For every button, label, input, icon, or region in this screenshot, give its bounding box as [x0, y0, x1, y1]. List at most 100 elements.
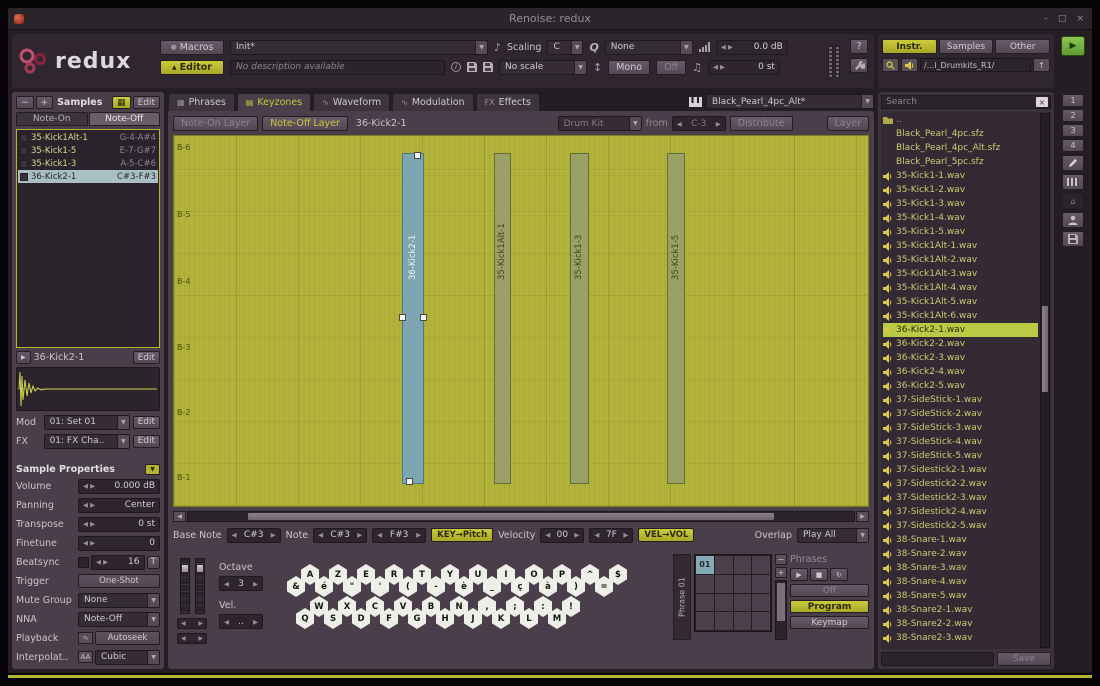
- resize-handle-right[interactable]: [420, 314, 427, 321]
- info-icon[interactable]: i: [451, 62, 461, 72]
- file-list-item[interactable]: 35-Kick1Alt-6.wav: [883, 309, 1038, 323]
- scroll-left-button[interactable]: ◀: [173, 511, 186, 522]
- velocity-from-spinner[interactable]: 00: [540, 528, 584, 543]
- resize-handle-top[interactable]: [414, 152, 421, 159]
- instrument-dropdown[interactable]: Black_Pearl_4pc_Alt*: [706, 94, 874, 109]
- sample-list-item[interactable]: 35-Kick1-3 A-5-C#6: [18, 157, 158, 170]
- phrase-stop-button[interactable]: ■: [810, 568, 828, 581]
- file-list-item[interactable]: 38-Snare2-3.wav: [883, 631, 1038, 645]
- file-list-item[interactable]: 36-Kick2-1.wav: [883, 323, 1038, 337]
- remove-sample-button[interactable]: −: [16, 96, 34, 109]
- phrase-slot[interactable]: [734, 575, 752, 593]
- beatsync-lines-spinner[interactable]: 16: [91, 555, 145, 570]
- transpose-spinner[interactable]: 0 st: [708, 60, 780, 75]
- view-preset-button[interactable]: 1: [1062, 94, 1084, 107]
- waveform-preview[interactable]: [16, 367, 160, 411]
- phrase-slot[interactable]: [715, 556, 733, 574]
- file-list-item[interactable]: 37-Sidestick2-3.wav: [883, 491, 1038, 505]
- file-list-item[interactable]: 37-SideStick-5.wav: [883, 449, 1038, 463]
- base-note-spinner[interactable]: C#3: [227, 528, 281, 543]
- tab-note-off[interactable]: Note-Off: [89, 112, 161, 126]
- mono-off-button[interactable]: Off: [656, 60, 686, 75]
- waveform-edit-button[interactable]: Edit: [133, 351, 160, 364]
- preset-dropdown[interactable]: Init*: [230, 40, 488, 55]
- trigger-mode-button[interactable]: One-Shot: [78, 574, 160, 588]
- file-list-item[interactable]: 35-Kick1Alt-4.wav: [883, 281, 1038, 295]
- sample-edit-button[interactable]: Edit: [133, 96, 160, 109]
- file-list-item[interactable]: 36-Kick2-4.wav: [883, 365, 1038, 379]
- phrase-scroll-handle[interactable]: [777, 583, 785, 621]
- keyzone-strip[interactable]: 35-Kick1-3: [570, 153, 589, 484]
- mono-button[interactable]: Mono: [608, 60, 650, 75]
- section-tab[interactable]: ∿ Modulation: [392, 93, 473, 111]
- phrase-mode-program-button[interactable]: Program: [790, 600, 869, 613]
- breadcrumb[interactable]: /...l_Drumkits_R1/: [920, 58, 1031, 72]
- save-preset-icon[interactable]: [483, 62, 493, 72]
- file-list-item[interactable]: 35-Kick1-1.wav: [883, 169, 1038, 183]
- section-tab[interactable]: ▦ Phrases: [168, 93, 235, 111]
- phrase-mode-off-button[interactable]: Off: [790, 584, 869, 597]
- file-list-item[interactable]: 38-Snare-4.wav: [883, 575, 1038, 589]
- scrollbar-track[interactable]: [187, 511, 855, 522]
- beatsync-mode-button[interactable]: T: [147, 556, 161, 569]
- file-list-item[interactable]: 36-Kick2-5.wav: [883, 379, 1038, 393]
- file-list-item[interactable]: 35-Kick1-4.wav: [883, 211, 1038, 225]
- filename-input[interactable]: [881, 652, 994, 666]
- minimize-button[interactable]: –: [1043, 14, 1048, 24]
- fader-stepper-2[interactable]: ◀▶: [177, 633, 207, 644]
- layer-button[interactable]: Layer: [827, 116, 870, 131]
- file-list-item[interactable]: 38-Snare-5.wav: [883, 589, 1038, 603]
- phrase-remove-button[interactable]: −: [775, 554, 787, 565]
- octave-spinner[interactable]: 3: [219, 576, 263, 591]
- phrase-slot[interactable]: [734, 556, 752, 574]
- velocity-fader-left[interactable]: [180, 558, 190, 614]
- resize-bar[interactable]: [8, 675, 1092, 678]
- sample-list-item[interactable]: 35-Kick1Alt-1 G-4-A#4: [18, 131, 158, 144]
- keyzone-strip[interactable]: 35-Kick1Alt-1: [494, 153, 511, 484]
- resize-handle-left[interactable]: [399, 314, 406, 321]
- editor-button[interactable]: ▲Editor: [160, 60, 224, 75]
- file-list-item[interactable]: 37-Sidestick2-4.wav: [883, 505, 1038, 519]
- phrase-slot[interactable]: [752, 612, 770, 630]
- phrase-slot[interactable]: [752, 556, 770, 574]
- view-preset-button[interactable]: 3: [1062, 124, 1084, 137]
- settings-button[interactable]: [850, 58, 868, 73]
- note-on-layer-tab[interactable]: Note-On Layer: [173, 116, 258, 131]
- note-from-spinner[interactable]: C#3: [313, 528, 367, 543]
- instrument-box-button[interactable]: ⌂: [1062, 193, 1084, 209]
- sample-list-item[interactable]: 35-Kick1-5 E-7-G#7: [18, 144, 158, 157]
- computer-keyboard-button[interactable]: [1062, 174, 1084, 190]
- file-list-item[interactable]: 38-Snare2-1.wav: [883, 603, 1038, 617]
- phrase-slot[interactable]: [734, 594, 752, 612]
- nna-dropdown[interactable]: Note-Off: [78, 612, 160, 627]
- phrase-slot[interactable]: [715, 575, 733, 593]
- disk-button[interactable]: [1062, 231, 1084, 247]
- save-file-button[interactable]: Save: [997, 652, 1051, 666]
- sample-list-view-button[interactable]: ▦: [112, 96, 131, 109]
- close-button[interactable]: ×: [1076, 14, 1084, 24]
- phrase-loop-button[interactable]: ↻: [830, 568, 848, 581]
- fx-edit-button[interactable]: Edit: [133, 435, 160, 448]
- phrase-slot[interactable]: 01: [696, 556, 714, 574]
- beatsync-checkbox[interactable]: [78, 557, 89, 568]
- file-list-item[interactable]: 35-Kick1-2.wav: [883, 183, 1038, 197]
- file-list-item[interactable]: 36-Kick2-2.wav: [883, 337, 1038, 351]
- scroll-right-button[interactable]: ▶: [856, 511, 869, 522]
- sample-play-button[interactable]: ▶: [16, 351, 31, 364]
- section-tab[interactable]: FX Effects: [476, 93, 540, 111]
- file-list-item[interactable]: 35-Kick1Alt-3.wav: [883, 267, 1038, 281]
- master-volume-spinner[interactable]: 0.0 dB: [716, 40, 788, 55]
- file-list-item[interactable]: 37-Sidestick2-1.wav: [883, 463, 1038, 477]
- autoseek-toggle[interactable]: Autoseek: [95, 631, 160, 645]
- file-list-item[interactable]: 37-Sidestick2-5.wav: [883, 519, 1038, 533]
- phrase-play-button[interactable]: ▶: [790, 568, 808, 581]
- file-list-item[interactable]: 38-Snare-3.wav: [883, 561, 1038, 575]
- view-preset-button[interactable]: 4: [1062, 139, 1084, 152]
- parent-dir-button[interactable]: ↑: [1033, 58, 1050, 72]
- phrase-slot[interactable]: [715, 594, 733, 612]
- sample-list-item[interactable]: 36-Kick2-1 C#3-F#3: [18, 170, 158, 183]
- phrase-slot[interactable]: [696, 594, 714, 612]
- edit-mode-button[interactable]: [1062, 155, 1084, 171]
- file-list-item[interactable]: 37-Sidestick2-2.wav: [883, 477, 1038, 491]
- overlap-dropdown[interactable]: Play All: [797, 528, 869, 543]
